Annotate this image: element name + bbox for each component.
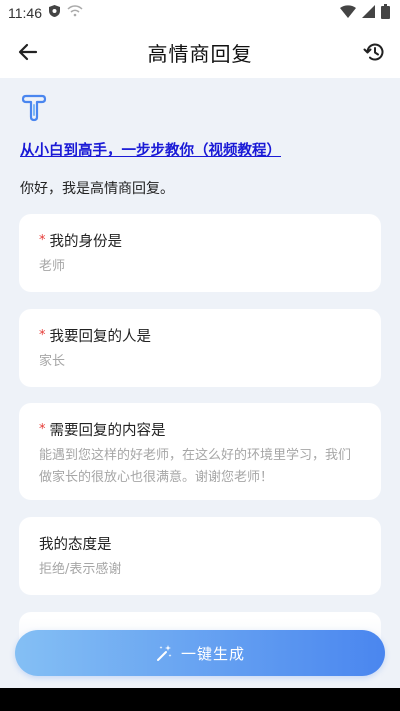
generate-button[interactable]: 一键生成: [15, 630, 385, 676]
required-marker: *: [39, 422, 46, 437]
page-title: 高情商回复: [147, 41, 253, 66]
history-button[interactable]: [360, 38, 388, 66]
recipient-label: * 我要回复的人是: [39, 328, 151, 345]
attitude-label: 我的态度是: [39, 537, 112, 553]
greeting-text: 你好，我是高情商回复。: [20, 181, 174, 197]
video-tutorial-link[interactable]: 从小白到高手，一步步教你（视频教程）: [20, 139, 281, 160]
wifi-icon: [340, 4, 356, 22]
app-logo-icon: [20, 94, 48, 122]
attitude-input[interactable]: 拒绝/表示感谢: [39, 559, 361, 581]
content-textarea[interactable]: 能遇到您这样的好老师，在这么好的环境里学习，我们做家长的很放心也很满意。谢谢您老…: [39, 445, 361, 489]
history-icon: [363, 43, 384, 61]
battery-icon: [381, 3, 390, 23]
magic-wand-icon: [155, 644, 173, 662]
attitude-field[interactable]: 我的态度是 拒绝/表示感谢: [19, 517, 381, 595]
back-button[interactable]: [14, 38, 42, 66]
app-header: 高情商回复: [0, 26, 400, 78]
content-label: * 需要回复的内容是: [39, 422, 166, 439]
status-time: 11:46: [8, 5, 42, 21]
system-nav-bar: [0, 688, 400, 711]
identity-label: * 我的身份是: [39, 233, 122, 250]
status-bar: 11:46: [0, 0, 400, 26]
wifi-off-icon: [67, 5, 83, 21]
identity-field[interactable]: * 我的身份是 老师: [19, 214, 381, 292]
signal-icon: [362, 4, 375, 22]
generate-button-label: 一键生成: [180, 644, 245, 663]
recipient-input[interactable]: 家长: [39, 351, 361, 373]
recipient-field[interactable]: * 我要回复的人是 家长: [19, 309, 381, 387]
form-content[interactable]: 从小白到高手，一步步教你（视频教程） 你好，我是高情商回复。 * 我的身份是 老师…: [0, 78, 400, 711]
identity-input[interactable]: 老师: [39, 256, 361, 278]
arrow-left-icon: [18, 43, 38, 61]
required-marker: *: [39, 328, 46, 343]
required-marker: *: [39, 233, 46, 248]
shield-icon: [48, 4, 61, 22]
content-field[interactable]: * 需要回复的内容是 能遇到您这样的好老师，在这么好的环境里学习，我们做家长的很放…: [19, 403, 381, 500]
